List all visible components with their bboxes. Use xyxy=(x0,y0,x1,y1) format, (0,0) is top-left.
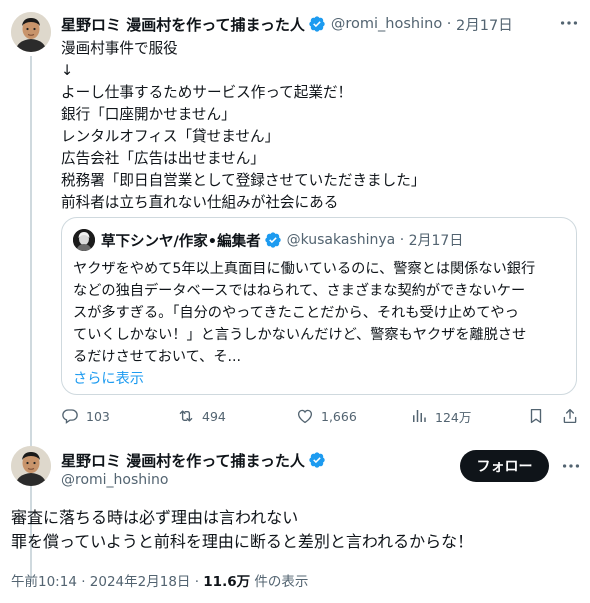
author-name-row: 星野ロミ 漫画村を作って捕まった人 xyxy=(61,450,326,470)
quote-line: ヤクザをやめて5年以上真面目に働いているのに、警察とは関係ない銀行 xyxy=(73,261,536,277)
quote-line: スが多すぎる。「自分のやってきたことだから、それも受け止めてやっ xyxy=(73,305,519,321)
view-count: 11.6万 xyxy=(203,574,251,590)
separator-dot: · xyxy=(442,16,457,32)
views-count: 124万 xyxy=(435,409,472,425)
quoted-author-avatar xyxy=(73,229,95,251)
views-icon xyxy=(413,410,426,422)
bookmark-icon xyxy=(530,408,542,424)
tweet-line: レンタルオフィス「貸せません」 xyxy=(61,128,280,145)
more-icon[interactable] xyxy=(560,455,582,477)
quoted-author-handle: @kusakashinya xyxy=(286,232,396,248)
tweet-text: 漫画村事件で服役 ↓ よーし仕事するためサービス作って起業だ！ 銀行「口座開かせ… xyxy=(61,38,561,214)
tweet-line: よーし仕事するためサービス作って起業だ！ xyxy=(61,84,353,101)
quoted-tweet-text: ヤクザをやめて5年以上真面目に働いているのに、警察とは関係ない銀行 などの独自デ… xyxy=(73,258,567,390)
quote-line: ていくしかない！」と言うしかないんだけど、警察もヤクザを離脱させ xyxy=(73,327,527,343)
tweet-timestamp[interactable]: 午前10:14 · 2024年2月18日 · xyxy=(11,574,203,590)
verified-badge-icon xyxy=(309,16,325,32)
author-handle[interactable]: @romi_hoshino xyxy=(61,472,168,488)
author-name[interactable]: 星野ロミ 漫画村を作って捕まった人 xyxy=(61,450,305,471)
tweet-line: 銀行「口座開かせません」 xyxy=(61,106,236,123)
separator-dot: · xyxy=(395,232,409,248)
views-button[interactable]: 124万 xyxy=(410,406,471,426)
reply-icon xyxy=(62,409,78,424)
author-avatar[interactable] xyxy=(11,446,51,486)
tweet-meta: 午前10:14 · 2024年2月18日 · 11.6万 件の表示 xyxy=(11,570,308,590)
reply-count: 103 xyxy=(86,408,110,424)
quoted-author-name: 草下シンヤ/作家•編集者 xyxy=(101,233,261,250)
tweet-text: 審査に落ちる時は必ず理由は言われない 罪を償っていようと前科を理由に断ると差別と… xyxy=(11,506,473,554)
follow-button[interactable]: フォロー xyxy=(460,450,549,482)
tweet-line: 罪を償っていようと前科を理由に断ると差別と言われるからな！ xyxy=(11,532,474,551)
like-button[interactable]: 1,666 xyxy=(296,406,357,426)
quoted-tweet-date: 2月17日 xyxy=(408,233,464,249)
more-icon[interactable] xyxy=(558,12,580,34)
reply-button[interactable]: 103 xyxy=(61,406,110,426)
quoted-tweet-header: 草下シンヤ/作家•編集者 @kusakashinya · 2月17日 xyxy=(101,230,463,250)
author-handle[interactable]: @romi_hoshino xyxy=(331,16,442,32)
tweet-line: 漫画村事件で服役 xyxy=(61,40,178,57)
retweet-button[interactable]: 494 xyxy=(177,406,226,426)
retweet-icon xyxy=(179,410,193,422)
author-name[interactable]: 星野ロミ 漫画村を作って捕まった人 xyxy=(61,14,305,35)
bookmark-button[interactable] xyxy=(527,406,552,426)
tweet-line: 広告会社「広告は出せません」 xyxy=(61,150,265,167)
show-more-link[interactable]: さらに表示 xyxy=(73,368,567,390)
author-avatar[interactable] xyxy=(11,12,51,52)
verified-badge-icon xyxy=(264,232,281,248)
quote-line: るだけさせておいて、そ... xyxy=(73,349,242,365)
tweet-line: 審査に落ちる時は必ず理由は言われない xyxy=(11,508,299,527)
like-count: 1,666 xyxy=(321,408,357,424)
tweet-date[interactable]: 2月17日 xyxy=(456,14,513,35)
like-icon xyxy=(297,409,313,424)
quoted-tweet-card[interactable]: 草下シンヤ/作家•編集者 @kusakashinya · 2月17日 ヤクザをや… xyxy=(61,217,577,395)
tweet-header: 星野ロミ 漫画村を作って捕まった人 @romi_hoshino · 2月17日 xyxy=(61,14,513,34)
share-button[interactable] xyxy=(561,406,586,426)
share-icon xyxy=(563,408,577,424)
verified-badge-icon xyxy=(309,452,325,468)
tweet-line: ↓ xyxy=(61,62,74,79)
thread-connector xyxy=(30,56,32,582)
tweet-line: 前科者は立ち直れない仕組みが社会にある xyxy=(61,194,339,211)
retweet-count: 494 xyxy=(202,408,226,424)
quote-line: などの独自データベースではねられて、さまざまな契約ができないケー xyxy=(73,283,526,299)
view-label: 件の表示 xyxy=(250,574,309,590)
tweet-line: 税務署「即日自営業として登録させていただきました」 xyxy=(61,172,426,189)
